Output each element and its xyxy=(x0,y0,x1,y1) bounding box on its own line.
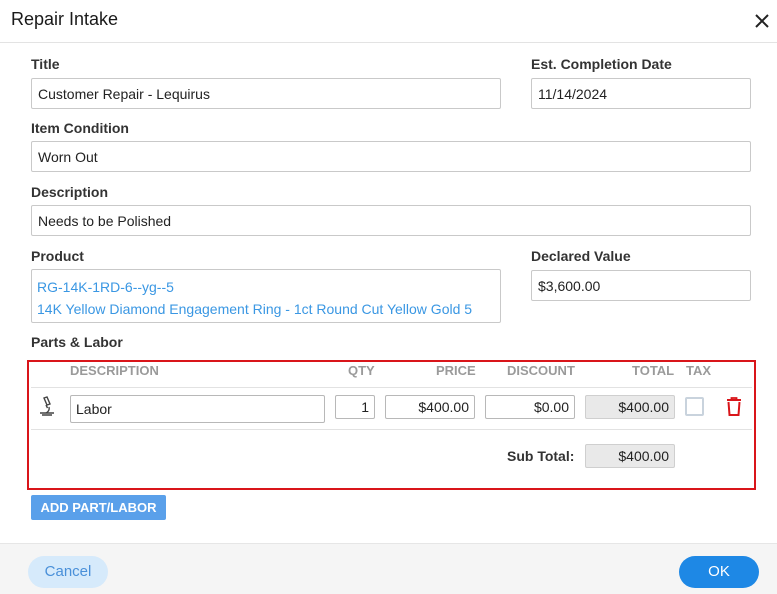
row-description-input[interactable]: Labor xyxy=(70,395,325,423)
subtotal-value: $400.00 xyxy=(585,444,675,468)
microscope-icon xyxy=(40,396,54,416)
dialog-title: Repair Intake xyxy=(11,9,119,29)
cancel-button[interactable]: Cancel xyxy=(28,556,108,588)
description-label: Description xyxy=(31,184,109,200)
title-field[interactable]: Customer Repair - Lequirus xyxy=(31,78,501,109)
table-header-divider xyxy=(31,387,752,388)
parts-labor-table xyxy=(27,360,756,490)
product-label: Product xyxy=(31,248,84,264)
add-part-labor-button[interactable]: ADD PART/LABOR xyxy=(31,495,166,520)
column-header-description: DESCRIPTION xyxy=(70,363,159,378)
row-discount-input[interactable]: $0.00 xyxy=(485,395,575,419)
completion-date-field[interactable]: 11/14/2024 xyxy=(531,78,751,109)
column-header-discount: DISCOUNT xyxy=(507,363,575,378)
parts-labor-label: Parts & Labor xyxy=(31,334,123,350)
column-header-tax: TAX xyxy=(686,363,712,378)
dialog-header: Repair Intake xyxy=(0,0,777,43)
column-header-price: PRICE xyxy=(436,363,476,378)
product-sku-link[interactable]: RG-14K-1RD-6--yg--5 xyxy=(37,276,495,298)
item-condition-field[interactable]: Worn Out xyxy=(31,141,751,172)
product-field[interactable]: RG-14K-1RD-6--yg--5 14K Yellow Diamond E… xyxy=(31,269,501,323)
column-header-qty: QTY xyxy=(348,363,375,378)
subtotal-label: Sub Total: xyxy=(507,448,575,464)
product-name-link[interactable]: 14K Yellow Diamond Engagement Ring - 1ct… xyxy=(37,298,495,320)
close-icon[interactable] xyxy=(751,10,773,32)
row-total-value: $400.00 xyxy=(585,395,675,419)
column-header-total: TOTAL xyxy=(632,363,675,378)
description-field[interactable]: Needs to be Polished xyxy=(31,205,751,236)
ok-button[interactable]: OK xyxy=(679,556,759,588)
declared-value-label: Declared Value xyxy=(531,248,631,264)
table-row-divider xyxy=(31,429,752,430)
row-price-input[interactable]: $400.00 xyxy=(385,395,475,419)
completion-date-label: Est. Completion Date xyxy=(531,56,672,72)
declared-value-field[interactable]: $3,600.00 xyxy=(531,270,751,301)
row-tax-checkbox[interactable] xyxy=(685,397,704,416)
trash-icon[interactable] xyxy=(725,396,743,416)
row-qty-input[interactable]: 1 xyxy=(335,395,375,419)
item-condition-label: Item Condition xyxy=(31,120,129,136)
title-label: Title xyxy=(31,56,60,72)
dialog-footer xyxy=(0,543,777,594)
